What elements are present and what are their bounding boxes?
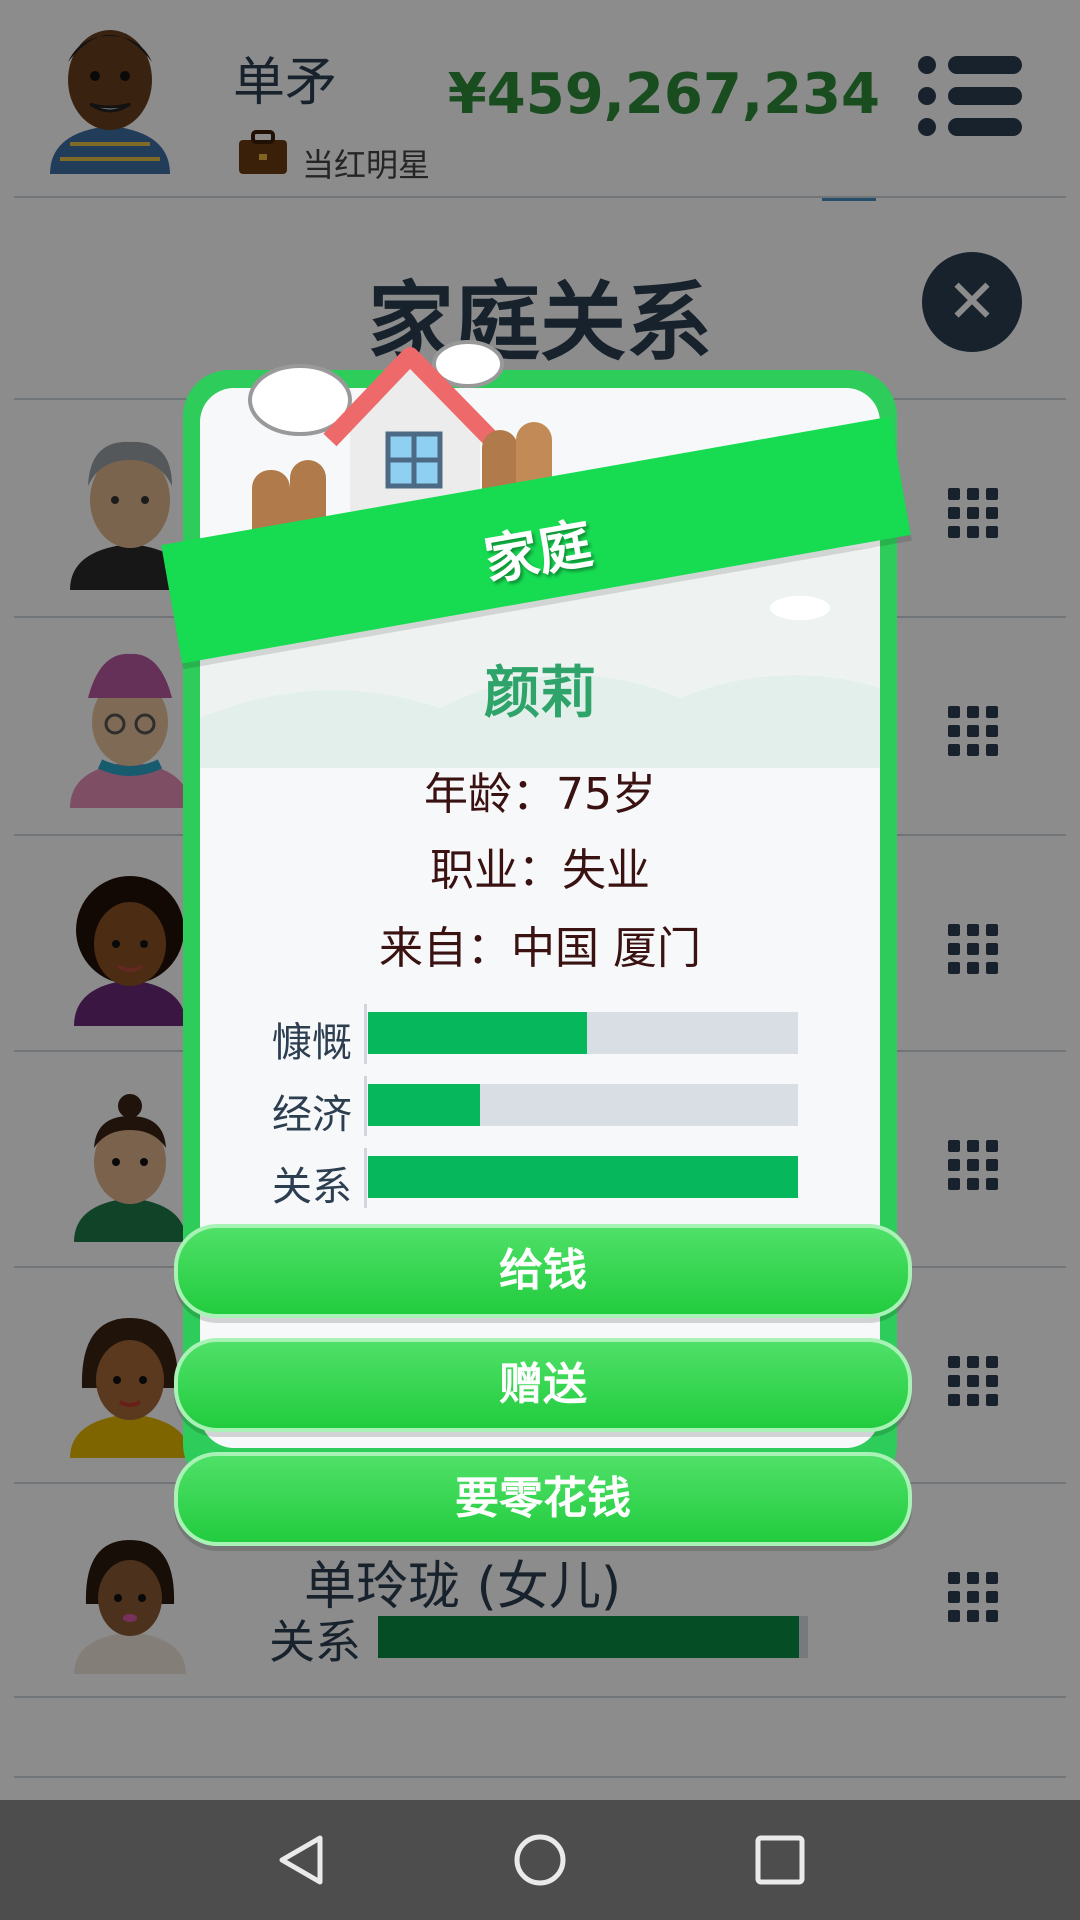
stat-separator (364, 1076, 367, 1136)
stat-bar-generosity (368, 1012, 798, 1054)
stat-bar-fill (368, 1012, 588, 1054)
stat-separator (364, 1148, 367, 1208)
member-age: 年龄：75岁 (424, 769, 656, 820)
system-nav-bar (0, 1800, 1080, 1920)
stat-label-generosity: 慷慨 (272, 1020, 352, 1066)
triangle-back-icon[interactable] (274, 1832, 330, 1888)
square-recent-icon[interactable] (752, 1832, 808, 1888)
ask-allowance-button[interactable]: 要零花钱 (174, 1452, 912, 1546)
stat-separator (364, 1004, 367, 1064)
stat-label-relationship: 关系 (272, 1164, 352, 1210)
member-origin: 来自：中国 厦门 (379, 923, 701, 974)
stat-bar-economy (368, 1084, 798, 1126)
stat-label-economy: 经济 (272, 1092, 352, 1138)
member-name: 颜莉 (484, 661, 596, 726)
stat-bar-fill (368, 1156, 798, 1198)
stat-bar-relationship (368, 1156, 798, 1198)
member-job: 职业：失业 (430, 845, 650, 896)
give-money-button[interactable]: 给钱 (174, 1224, 912, 1318)
gift-button[interactable]: 赠送 (174, 1338, 912, 1432)
circle-home-icon[interactable] (512, 1832, 568, 1888)
stat-bar-fill (368, 1084, 480, 1126)
